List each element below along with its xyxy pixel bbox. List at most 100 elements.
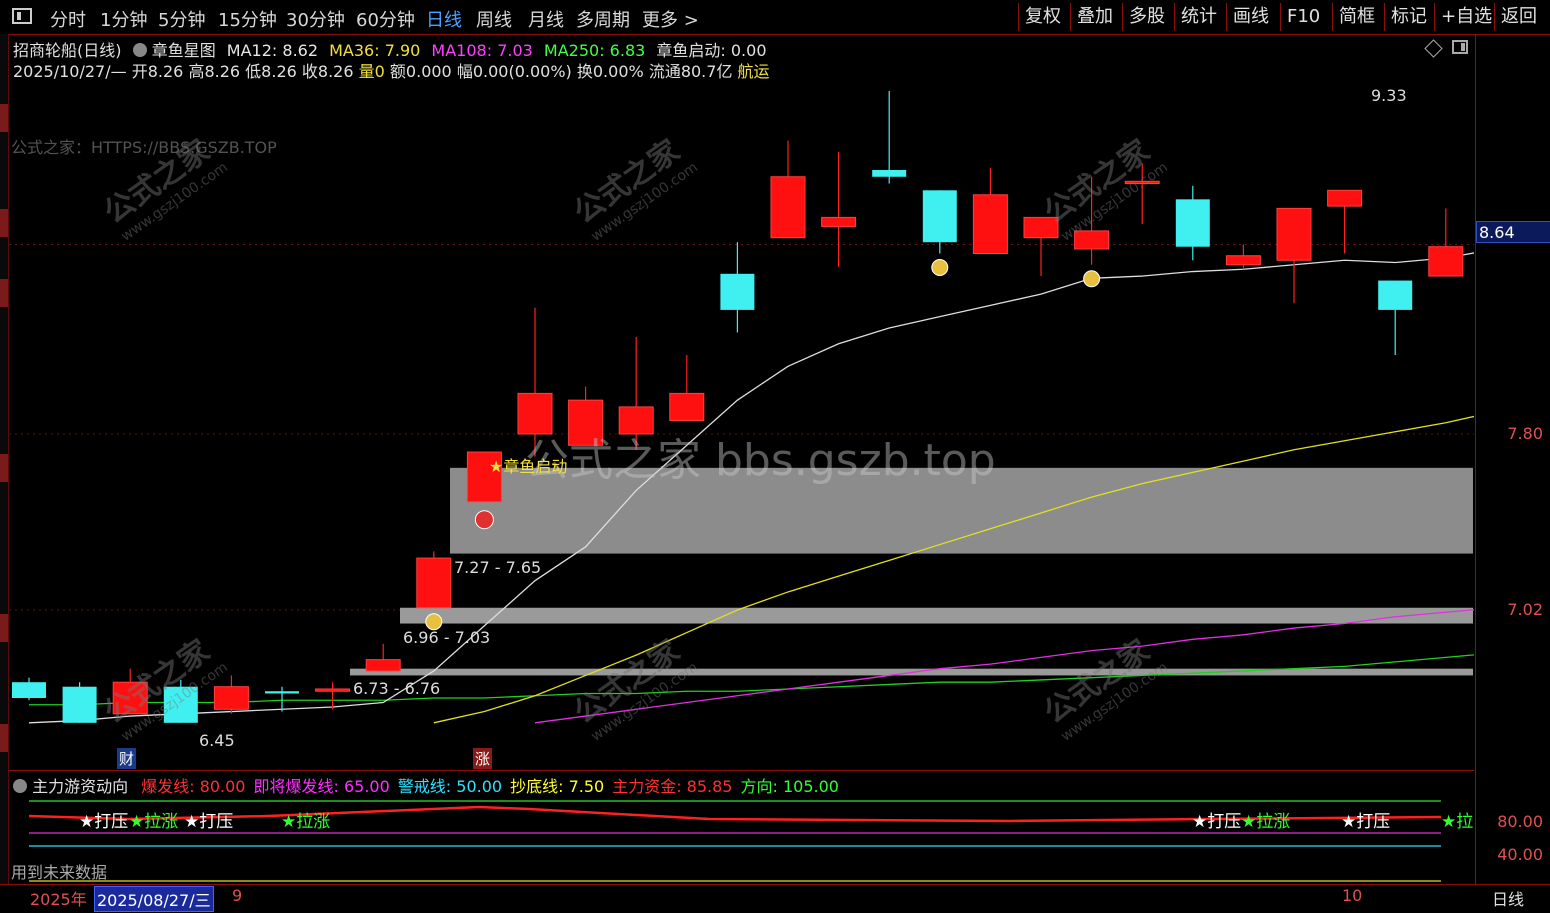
period-tab[interactable]: 30分钟 <box>286 6 345 32</box>
money-bag-icon <box>931 258 949 276</box>
open-value: 开8.26 <box>131 62 184 81</box>
year-label: 2025年 <box>30 890 87 909</box>
sub-signal-label: ★打压 <box>1341 812 1390 832</box>
current-price-tag: 8.64 <box>1476 221 1550 243</box>
toolbar-button[interactable]: 多股 <box>1122 3 1171 31</box>
signal-label: ★章鱼启动 <box>489 457 568 476</box>
turnover-value: 换0.00% <box>576 62 644 81</box>
axis-label-7-80: 7.80 <box>1507 424 1543 443</box>
money-bag-icon <box>1083 270 1101 288</box>
month-10-label: 10 <box>1342 886 1363 905</box>
volume-value: 量0 <box>358 62 385 81</box>
period-tab[interactable]: 日线 <box>426 6 462 32</box>
low-value: 低8.26 <box>245 62 297 81</box>
sub-axis-label-80: 80.00 <box>1497 812 1543 831</box>
sub-indicator-panel[interactable]: ★打压 ★拉涨 ★打压 ★拉涨 ★打压 ★拉涨 ★打压 ★拉 主力游资动向 爆发线: 80.0… <box>9 770 1474 885</box>
period-label[interactable]: 日线 <box>1492 886 1524 910</box>
panel-toggle-icon[interactable] <box>1452 40 1468 54</box>
candle-body <box>770 176 806 239</box>
toolbar-button[interactable]: 复权 <box>1018 3 1067 31</box>
limit-up-badge[interactable]: 涨 <box>473 748 493 769</box>
zone-label-3: 6.73 - 6.76 <box>353 679 441 698</box>
low-price-label: 6.45 <box>199 731 235 750</box>
sub-legend-item: 爆发线: 80.00 <box>141 777 246 796</box>
high-price-label: 9.33 <box>1371 86 1407 105</box>
toolbar-button[interactable]: +自选 <box>1434 3 1498 31</box>
candle-body <box>720 273 755 310</box>
sub-toggle-icon[interactable] <box>13 779 27 793</box>
menu-toggle-icon[interactable] <box>12 8 32 24</box>
sub-signal-label: ★打压 <box>1192 812 1241 832</box>
sub-signal-label: ★打压 <box>184 812 233 832</box>
zone-label-2: 6.96 - 7.03 <box>403 628 491 647</box>
candle-body <box>922 190 957 243</box>
sector-link[interactable]: 航运 <box>738 62 770 81</box>
center-watermark: 公式之家 bbs.gszb.top <box>525 435 996 486</box>
sub-legend-item: 抄底线: 7.50 <box>510 777 605 796</box>
candle-body <box>315 688 351 692</box>
signal-ball-icon <box>474 510 494 530</box>
sub-signal-label: ★拉 <box>1441 812 1473 832</box>
candle-body <box>1428 246 1464 277</box>
sub-axis-label-40: 40.00 <box>1497 845 1543 864</box>
change-value: 幅0.00(0.00%) <box>456 62 572 81</box>
sub-signal-label: ★拉涨 <box>281 812 330 832</box>
cursor-date-box: 2025/08/27/三 <box>94 886 214 912</box>
support-zone <box>400 607 1473 624</box>
candle-body <box>265 691 299 694</box>
period-tab[interactable]: 5分钟 <box>158 6 205 32</box>
candle-body <box>12 682 46 698</box>
future-data-note: 用到未来数据 <box>11 863 108 882</box>
toolbar-button[interactable]: 统计 <box>1174 3 1223 31</box>
toolbar-button[interactable]: 标记 <box>1384 3 1433 31</box>
sub-signal-label: ★拉涨 <box>129 812 178 832</box>
toolbar-button[interactable]: 返回 <box>1494 3 1543 31</box>
indicator-toggle-icon[interactable] <box>132 43 147 57</box>
formula-watermark: 公式之家：HTTPS://BBS.GSZB.TOP <box>11 138 277 157</box>
candle-body <box>62 686 97 723</box>
sub-legend-item: 警戒线: 50.00 <box>397 777 503 796</box>
sub-legend-item: 即将爆发线: 65.00 <box>253 777 390 796</box>
period-tab[interactable]: 月线 <box>528 6 564 32</box>
candle-body <box>416 557 452 609</box>
axis-label-7-02: 7.02 <box>1507 600 1543 619</box>
bottom-date-bar: 2025年 2025/08/27/三 9 10 日线 <box>0 884 1550 913</box>
sub-legend-item: 方向: 105.00 <box>740 777 839 796</box>
candle-body <box>972 194 1008 254</box>
candle-body <box>1175 199 1210 247</box>
candle-body <box>1327 189 1363 207</box>
zone-label-1: 7.27 - 7.65 <box>454 558 542 577</box>
bar-date: 2025/10/27/— <box>13 62 127 81</box>
period-tab[interactable]: 1分钟 <box>100 6 147 32</box>
float-value: 流通80.7亿 <box>648 62 733 81</box>
period-tab[interactable]: 60分钟 <box>356 6 415 32</box>
period-tab[interactable]: 多周期 <box>576 6 630 32</box>
sub-legend-item: 主力资金: 85.85 <box>612 777 733 796</box>
toolbar-button[interactable]: 画线 <box>1226 3 1275 31</box>
candle-body <box>872 170 907 177</box>
candle-body <box>213 686 249 710</box>
price-axis: 8.64 7.80 7.02 80.00 40.00 <box>1475 34 1550 884</box>
candle-body <box>1378 280 1413 310</box>
sub-signal-label: ★拉涨 <box>1241 812 1290 832</box>
toolbar-button[interactable]: 简框 <box>1332 3 1381 31</box>
toolbar-button[interactable]: 叠加 <box>1070 3 1119 31</box>
left-side-strip <box>0 34 9 912</box>
close-value: 收8.26 <box>301 62 354 81</box>
month-9-label: 9 <box>232 886 243 905</box>
top-toolbar: 分时 1分钟 5分钟 15分钟 30分钟 60分钟 日线 周线 月线 多周期 更多 > 复权 叠加 多股… <box>0 0 1550 35</box>
candle-body <box>1276 207 1312 261</box>
main-kline-chart[interactable]: 招商轮船(日线) 章鱼星图 MA12: 8.62 MA36: 7.90 MA10… <box>9 34 1474 770</box>
period-tab[interactable]: 周线 <box>476 6 512 32</box>
finance-badge[interactable]: 财 <box>117 748 137 769</box>
sub-title[interactable]: 主力游资动向 <box>32 777 128 796</box>
candle-body <box>821 216 857 227</box>
amount-value: 额0.000 <box>389 62 452 81</box>
candle-body <box>669 392 705 421</box>
period-tab[interactable]: 更多 > <box>642 6 699 32</box>
period-tab[interactable]: 分时 <box>50 6 86 32</box>
sub-signal-label: ★打压 <box>79 812 128 832</box>
period-tab[interactable]: 15分钟 <box>218 6 277 32</box>
high-value: 高8.26 <box>188 62 241 81</box>
toolbar-button[interactable]: F10 <box>1280 3 1326 31</box>
